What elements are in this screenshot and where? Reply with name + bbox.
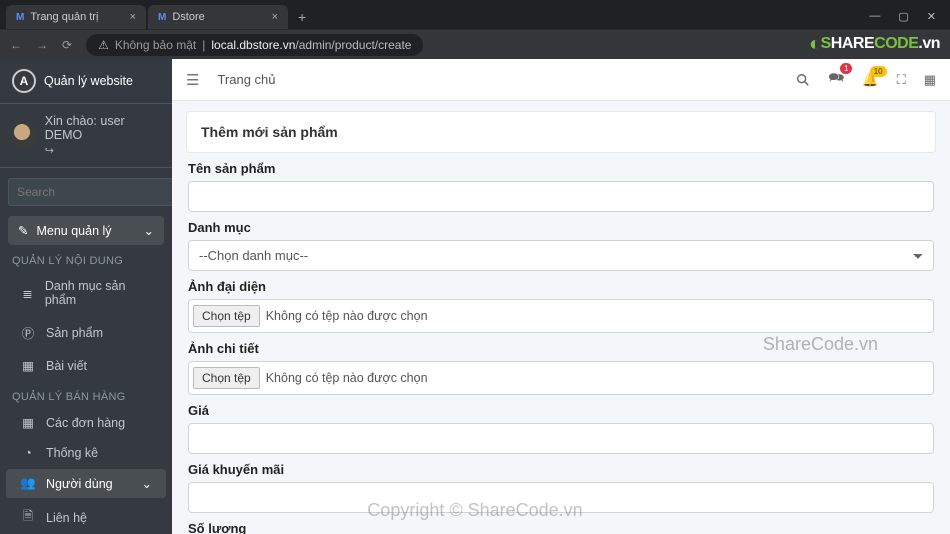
menu-root-label: Menu quản lý [36, 224, 111, 238]
label-danhmuc: Danh mục [188, 220, 934, 235]
section-sales-header: QUẢN LÝ BÁN HÀNG [0, 381, 172, 407]
product-icon: Ⓟ [20, 323, 36, 342]
input-ten-san-pham[interactable] [188, 181, 934, 212]
edit-icon: ✎ [18, 223, 28, 238]
close-icon[interactable]: × [130, 11, 136, 23]
file-choose-button[interactable]: Chọn tệp [193, 305, 260, 327]
user-greeting: Xin chào: user DEMO [45, 114, 160, 142]
list-icon: ≣ [20, 286, 35, 301]
sidebar-item-thongke[interactable]: ◔ Thống kê [6, 439, 166, 467]
tab-title: Trang quản trị [30, 11, 98, 23]
label-gia: Giá [188, 403, 934, 418]
nav-label: Các đơn hàng [46, 416, 125, 430]
window-maximize[interactable]: ▢ [898, 10, 908, 23]
new-tab-button[interactable]: + [290, 5, 314, 29]
file-choose-button[interactable]: Chọn tệp [193, 367, 260, 389]
topbar-search-icon[interactable] [796, 73, 810, 87]
label-ten: Tên sản phẩm [188, 161, 934, 176]
contact-icon: 🗎 [20, 507, 36, 528]
nav-label: Thống kê [46, 446, 98, 460]
chart-icon: ◔ [20, 446, 36, 460]
content-area: Thêm mới sản phẩm Tên sản phẩm Danh mục … [172, 101, 950, 534]
user-panel: Xin chào: user DEMO ↪ [0, 104, 172, 168]
avatar [12, 123, 37, 149]
favicon: M [16, 12, 24, 23]
topbar: ☰ Trang chủ 🗪1 🔔10 ⛶ ▦ [172, 59, 950, 101]
window-close[interactable]: ✕ [927, 10, 936, 23]
file-anhchitiet[interactable]: Chọn tệp Không có tệp nào được chọn [188, 361, 934, 395]
insecure-icon: ⚠ [98, 38, 109, 52]
brand-icon: A [12, 69, 36, 93]
tab-title: Dstore [172, 11, 204, 23]
insecure-label: Không bảo mật [115, 38, 196, 52]
chevron-down-icon: ⌄ [144, 223, 154, 238]
file-anhdaidien[interactable]: Chọn tệp Không có tệp nào được chọn [188, 299, 934, 333]
url-path: /admin/product/create [295, 38, 411, 52]
comments-badge: 1 [840, 63, 852, 74]
browser-tab-strip: M Trang quản trị × M Dstore × + ― ▢ ✕ [0, 0, 950, 29]
apps-icon[interactable]: ▦ [924, 72, 936, 88]
sidebar: A Quản lý website Xin chào: user DEMO ↪ … [0, 59, 172, 534]
fullscreen-icon[interactable]: ⛶ [897, 72, 906, 88]
brand[interactable]: A Quản lý website [0, 59, 172, 104]
sidebar-item-donhang[interactable]: ▦ Các đơn hàng [6, 408, 166, 437]
users-icon: 👥 [20, 476, 36, 491]
nav-back[interactable]: ← [10, 38, 22, 52]
brand-label: Quản lý website [44, 74, 133, 88]
breadcrumb[interactable]: Trang chủ [217, 72, 275, 87]
sidebar-search-input[interactable] [8, 178, 172, 206]
sidebar-item-baiviet[interactable]: ▦ Bài viết [6, 351, 166, 380]
nav-label: Bài viết [46, 359, 87, 373]
url-host: local.dbstore.vn [211, 38, 295, 52]
section-content-header: QUẢN LÝ NỘI DUNG [0, 245, 172, 271]
file-status-text: Không có tệp nào được chọn [266, 309, 428, 323]
label-soluong: Số lượng [188, 521, 934, 534]
browser-tab-2[interactable]: M Dstore × [148, 5, 288, 29]
chevron-down-icon: ⌄ [142, 476, 152, 491]
sidebar-item-lienhe[interactable]: 🗎 Liên hệ [6, 500, 166, 534]
nav-label: Sản phẩm [46, 326, 103, 340]
close-icon[interactable]: × [272, 11, 278, 23]
page-title: Thêm mới sản phẩm [186, 111, 936, 153]
favicon: M [158, 12, 166, 23]
sharecode-logo: ◐SHARECODE.vn [809, 33, 940, 56]
label-anhdaidien: Ảnh đại diện [188, 279, 934, 294]
news-icon: ▦ [20, 358, 36, 373]
sidebar-item-nguoidung[interactable]: 👥 Người dùng ⌄ [6, 469, 166, 498]
grid-icon: ▦ [20, 415, 36, 430]
input-gia-khuyen-mai[interactable] [188, 482, 934, 513]
topbar-bell-icon[interactable]: 🔔10 [862, 72, 878, 88]
sidebar-item-sanpham[interactable]: Ⓟ Sản phẩm [6, 316, 166, 349]
select-danhmuc[interactable]: --Chọn danh mục-- [188, 240, 934, 271]
nav-forward[interactable]: → [36, 38, 48, 52]
browser-tab-1[interactable]: M Trang quản trị × [6, 5, 146, 29]
window-minimize[interactable]: ― [869, 10, 880, 23]
topbar-comments-icon[interactable]: 🗪1 [828, 69, 844, 91]
label-anhchitiet: Ảnh chi tiết [188, 341, 934, 356]
menu-root[interactable]: ✎ Menu quản lý ⌄ [8, 216, 164, 245]
file-status-text: Không có tệp nào được chọn [266, 371, 428, 385]
logout-icon[interactable]: ↪ [45, 144, 160, 157]
nav-label: Liên hệ [46, 511, 87, 525]
sidebar-item-danhmuc[interactable]: ≣ Danh mục sản phẩm [6, 272, 166, 314]
nav-label: Người dùng [46, 477, 113, 491]
label-giakm: Giá khuyến mãi [188, 462, 934, 477]
nav-reload[interactable]: ⟳ [62, 38, 72, 52]
url-bar[interactable]: ⚠ Không bảo mật | local.dbstore.vn/admin… [86, 34, 423, 56]
hamburger-icon[interactable]: ☰ [186, 71, 199, 89]
nav-label: Danh mục sản phẩm [45, 279, 152, 307]
bell-badge: 10 [870, 66, 887, 77]
input-gia[interactable] [188, 423, 934, 454]
browser-toolbar: ← → ⟳ ⚠ Không bảo mật | local.dbstore.vn… [0, 29, 950, 59]
